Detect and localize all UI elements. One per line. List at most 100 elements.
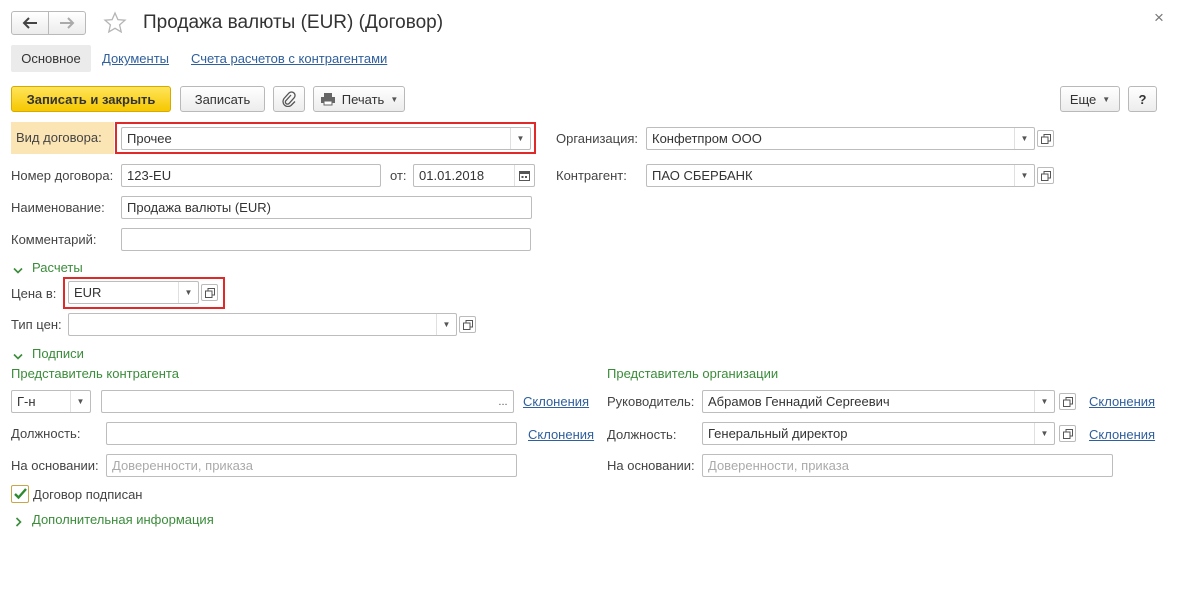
date-value: 01.01.2018 bbox=[419, 168, 485, 183]
price-type-select[interactable]: ▼ bbox=[68, 313, 457, 336]
contract-type-select[interactable]: Прочее ▼ bbox=[121, 127, 531, 150]
date-input[interactable]: 01.01.2018 bbox=[413, 164, 535, 187]
counterparty-basis-input[interactable]: Доверенности, приказа bbox=[106, 454, 517, 477]
chevron-down-icon: ▼ bbox=[1102, 94, 1111, 104]
open-counterparty-button[interactable] bbox=[1037, 167, 1054, 184]
head-select[interactable]: Абрамов Геннадий Сергеевич ▼ bbox=[702, 390, 1055, 413]
open-window-icon bbox=[1040, 170, 1051, 181]
organization-rep-title: Представитель организации bbox=[607, 366, 779, 381]
open-head-button[interactable] bbox=[1059, 393, 1076, 410]
chevron-down-icon[interactable]: ▼ bbox=[1014, 128, 1034, 149]
chevron-down-icon[interactable]: ▼ bbox=[70, 391, 90, 412]
signed-checkbox[interactable] bbox=[11, 485, 29, 503]
page-title: Продажа валюты (EUR) (Договор) bbox=[143, 12, 444, 33]
counterparty-position-input[interactable] bbox=[106, 422, 517, 445]
attach-button[interactable] bbox=[273, 86, 305, 112]
printer-icon bbox=[320, 93, 335, 106]
counterparty-value: ПАО СБЕРБАНК bbox=[652, 168, 753, 183]
chevron-down-icon[interactable]: ▼ bbox=[1034, 391, 1054, 412]
print-button[interactable]: Печать ▼ bbox=[313, 86, 405, 112]
comment-input[interactable] bbox=[121, 228, 531, 251]
counterparty-rep-name-input[interactable]: ... bbox=[101, 390, 514, 413]
contract-number-value: 123-EU bbox=[127, 168, 172, 183]
head-declensions-link[interactable]: Склонения bbox=[1089, 394, 1155, 410]
more-button[interactable]: Еще ▼ bbox=[1060, 86, 1120, 112]
org-position-label: Должность: bbox=[607, 427, 677, 442]
open-currency-button[interactable] bbox=[201, 284, 218, 301]
chevron-down-icon[interactable]: ▼ bbox=[436, 314, 456, 335]
head-value: Абрамов Геннадий Сергеевич bbox=[708, 394, 890, 409]
counterparty-rep-title: Представитель контрагента bbox=[11, 366, 179, 381]
contract-type-value: Прочее bbox=[127, 131, 172, 146]
signed-label[interactable]: Договор подписан bbox=[33, 487, 142, 503]
name-input[interactable]: Продажа валюты (EUR) bbox=[121, 196, 532, 219]
open-window-icon bbox=[1040, 133, 1051, 144]
forward-button[interactable] bbox=[48, 11, 86, 35]
org-position-declensions-link[interactable]: Склонения bbox=[1089, 427, 1155, 443]
open-window-icon bbox=[1062, 428, 1073, 439]
additional-info-section-title[interactable]: Дополнительная информация bbox=[32, 512, 214, 528]
chevron-down-icon[interactable]: ▼ bbox=[1034, 423, 1054, 444]
save-button[interactable]: Записать bbox=[180, 86, 265, 112]
back-button[interactable] bbox=[11, 11, 49, 35]
chevron-right-icon[interactable] bbox=[15, 515, 23, 530]
open-window-icon bbox=[1062, 396, 1073, 407]
counterparty-label: Контрагент: bbox=[556, 168, 627, 183]
ellipsis-icon[interactable]: ... bbox=[493, 391, 513, 412]
calendar-icon[interactable] bbox=[514, 165, 534, 186]
help-button[interactable]: ? bbox=[1128, 86, 1157, 112]
arrow-left-icon bbox=[22, 17, 37, 29]
org-position-select[interactable]: Генеральный директор ▼ bbox=[702, 422, 1055, 445]
chevron-down-icon[interactable]: ▼ bbox=[1014, 165, 1034, 186]
contract-type-label: Вид договора: bbox=[16, 130, 102, 145]
salutation-select[interactable]: Г-н ▼ bbox=[11, 390, 91, 413]
chevron-down-icon[interactable]: ▼ bbox=[178, 282, 198, 303]
head-label: Руководитель: bbox=[607, 394, 695, 409]
chevron-expanded-icon[interactable] bbox=[13, 349, 23, 364]
chevron-down-icon[interactable]: ▼ bbox=[510, 128, 530, 149]
chevron-expanded-icon[interactable] bbox=[13, 263, 23, 278]
counterparty-basis-label: На основании: bbox=[11, 458, 99, 473]
more-label: Еще bbox=[1069, 91, 1097, 107]
org-basis-placeholder: Доверенности, приказа bbox=[708, 458, 849, 473]
open-price-type-button[interactable] bbox=[459, 316, 476, 333]
arrow-right-icon bbox=[60, 17, 75, 29]
open-window-icon bbox=[462, 319, 473, 330]
name-value: Продажа валюты (EUR) bbox=[127, 200, 271, 215]
checkmark-icon bbox=[14, 488, 27, 500]
print-label: Печать bbox=[341, 91, 385, 107]
star-icon[interactable] bbox=[103, 11, 127, 35]
counterparty-rep-declensions-link[interactable]: Склонения bbox=[523, 394, 589, 410]
open-organization-button[interactable] bbox=[1037, 130, 1054, 147]
close-icon[interactable]: × bbox=[1154, 9, 1164, 27]
settlements-section-title[interactable]: Расчеты bbox=[32, 260, 83, 276]
paperclip-icon bbox=[282, 91, 296, 107]
contract-number-input[interactable]: 123-EU bbox=[121, 164, 381, 187]
open-window-icon bbox=[204, 287, 215, 298]
chevron-down-icon: ▼ bbox=[390, 94, 399, 104]
signatures-section-title[interactable]: Подписи bbox=[32, 346, 84, 362]
counterparty-basis-placeholder: Доверенности, приказа bbox=[112, 458, 253, 473]
tab-documents[interactable]: Документы bbox=[102, 51, 169, 67]
price-in-label: Цена в: bbox=[11, 286, 57, 301]
tab-main[interactable]: Основное bbox=[11, 45, 91, 72]
org-basis-input[interactable]: Доверенности, приказа bbox=[702, 454, 1113, 477]
name-label: Наименование: bbox=[11, 200, 105, 215]
counterparty-position-declensions-link[interactable]: Склонения bbox=[528, 427, 594, 443]
counterparty-position-label: Должность: bbox=[11, 426, 81, 441]
price-in-value: EUR bbox=[74, 285, 102, 300]
organization-label: Организация: bbox=[556, 131, 639, 146]
price-type-label: Тип цен: bbox=[11, 317, 62, 332]
contract-number-label: Номер договора: bbox=[11, 168, 114, 183]
org-position-value: Генеральный директор bbox=[708, 426, 848, 441]
date-label: от: bbox=[390, 168, 407, 183]
organization-select[interactable]: Конфетпром ООО ▼ bbox=[646, 127, 1035, 150]
counterparty-select[interactable]: ПАО СБЕРБАНК ▼ bbox=[646, 164, 1035, 187]
salutation-value: Г-н bbox=[17, 394, 36, 409]
price-in-select[interactable]: EUR ▼ bbox=[68, 281, 199, 304]
open-org-position-button[interactable] bbox=[1059, 425, 1076, 442]
tab-settlement-accounts[interactable]: Счета расчетов с контрагентами bbox=[191, 51, 387, 67]
comment-label: Комментарий: bbox=[11, 232, 97, 247]
save-and-close-button[interactable]: Записать и закрыть bbox=[11, 86, 171, 112]
org-basis-label: На основании: bbox=[607, 458, 695, 473]
